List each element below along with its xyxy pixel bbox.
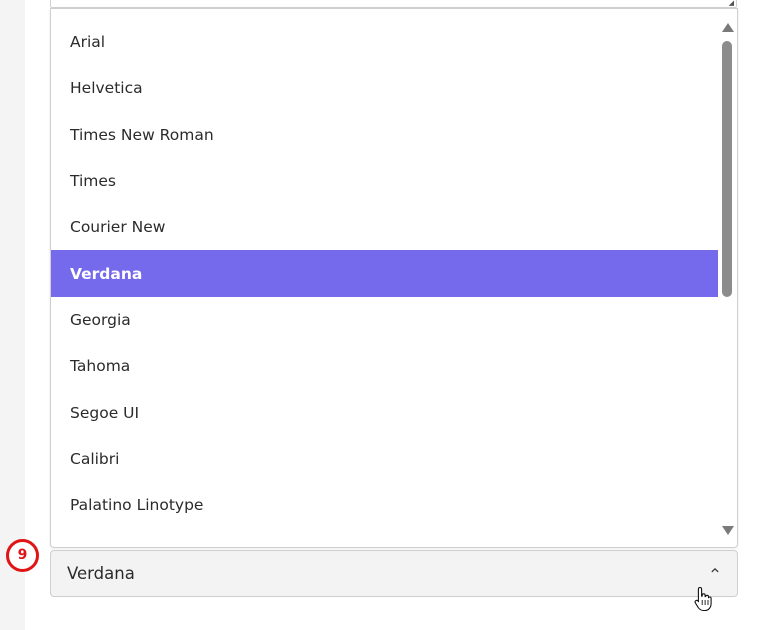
font-option-helvetica[interactable]: Helvetica	[51, 65, 718, 111]
font-select[interactable]: Verdana	[50, 550, 738, 597]
font-option-courier-new[interactable]: Courier New	[51, 204, 718, 250]
font-option-segoe-ui[interactable]: Segoe UI	[51, 389, 718, 435]
previous-field-edge: ◢	[50, 0, 737, 8]
scrollbar[interactable]	[718, 9, 737, 547]
resize-handle-icon: ◢	[728, 0, 734, 7]
font-option-times-new-roman[interactable]: Times New Roman	[51, 112, 718, 158]
font-dropdown-list[interactable]: Arial Helvetica Times New Roman Times Co…	[50, 8, 738, 548]
font-option-times[interactable]: Times	[51, 158, 718, 204]
font-option-verdana[interactable]: Verdana	[51, 250, 718, 297]
chevron-up-icon	[711, 568, 719, 573]
scroll-up-arrow-icon[interactable]	[722, 23, 734, 32]
select-value: Verdana	[67, 564, 135, 583]
scroll-down-arrow-icon[interactable]	[722, 526, 734, 535]
scrollbar-thumb[interactable]	[722, 41, 732, 297]
font-option-georgia[interactable]: Georgia	[51, 297, 718, 343]
option-list: Arial Helvetica Times New Roman Times Co…	[51, 19, 718, 528]
font-option-tahoma[interactable]: Tahoma	[51, 343, 718, 389]
hand-pointer-cursor-icon	[694, 586, 712, 612]
font-option-palatino-linotype[interactable]: Palatino Linotype	[51, 482, 718, 528]
font-option-arial[interactable]: Arial	[51, 19, 718, 65]
font-option-calibri[interactable]: Calibri	[51, 436, 718, 482]
step-number-badge: 9	[6, 539, 39, 572]
